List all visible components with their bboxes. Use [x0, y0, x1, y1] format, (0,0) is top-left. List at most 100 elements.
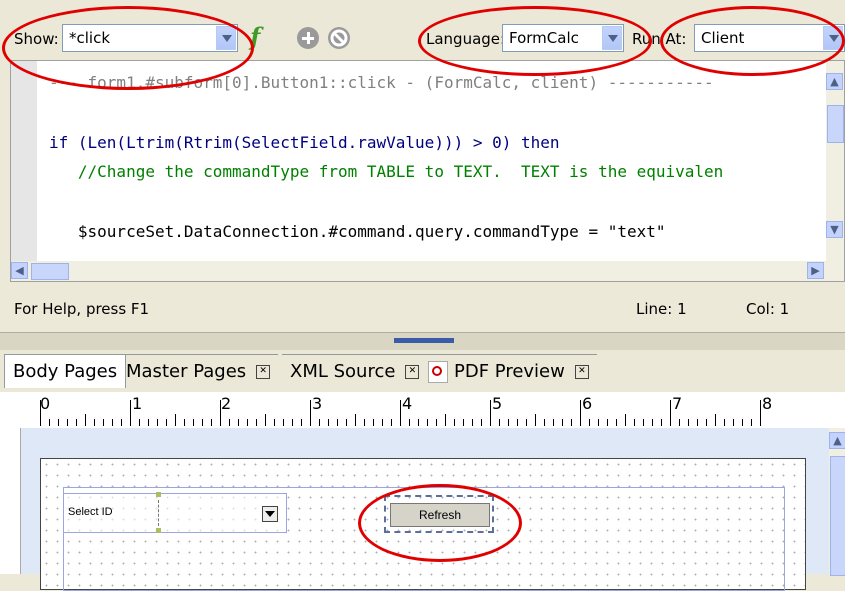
ruler-tick: [274, 419, 275, 426]
select-id-label: Select ID: [68, 506, 113, 518]
ruler-tick: [652, 419, 653, 426]
ruler-tick: [256, 419, 257, 426]
ruler-tick: [742, 419, 743, 426]
ruler-tick: [490, 400, 491, 426]
scroll-thumb[interactable]: [31, 263, 69, 280]
ruler-tick: [427, 419, 428, 426]
ruler-tick: [67, 419, 68, 426]
tab-master-pages[interactable]: Master Pages ✕: [118, 354, 279, 388]
ruler-tick: [292, 419, 293, 426]
horizontal-scrollbar[interactable]: ◀ ▶: [11, 261, 844, 281]
highlight-ring-language: [418, 6, 652, 76]
ruler-tick: [454, 419, 455, 426]
scroll-thumb[interactable]: [830, 456, 845, 576]
ruler-tick: [391, 419, 392, 426]
ruler-number: 2: [221, 394, 232, 413]
tab-pdf-preview[interactable]: PDF Preview ✕: [420, 354, 597, 388]
ruler-tick: [238, 419, 239, 426]
scroll-up-icon[interactable]: ▲: [826, 73, 843, 90]
code-line-comment: //Change the commandType from TABLE to T…: [49, 162, 724, 181]
highlight-ring-refresh: [358, 484, 522, 562]
tab-label: PDF Preview: [454, 361, 565, 382]
ruler-number: 6: [582, 394, 593, 413]
scroll-left-icon[interactable]: ◀: [11, 262, 28, 279]
ruler-tick: [535, 414, 536, 426]
ruler-tick: [148, 419, 149, 426]
ruler-tick: [589, 419, 590, 426]
ruler-tick: [517, 419, 518, 426]
ruler-tick: [499, 419, 500, 426]
help-text: For Help, press F1: [14, 300, 150, 318]
tab-bar: Body Pages Master Pages ✕ XML Source ✕ PDF…: [0, 350, 845, 392]
tab-xml-source[interactable]: XML Source ✕: [282, 354, 428, 388]
scroll-down-icon[interactable]: ▼: [826, 221, 843, 238]
scroll-right-icon[interactable]: ▶: [807, 262, 824, 279]
canvas-vertical-scrollbar[interactable]: ▲: [829, 428, 845, 576]
ruler-tick: [130, 400, 131, 426]
ruler-tick: [220, 400, 221, 426]
ruler-tick: [598, 419, 599, 426]
splitter-grip[interactable]: [394, 338, 454, 343]
ruler-tick: [283, 419, 284, 426]
ruler-tick: [166, 419, 167, 426]
ruler-tick: [310, 400, 311, 426]
scroll-up-icon[interactable]: ▲: [829, 432, 845, 449]
ruler-tick: [697, 419, 698, 426]
ruler-tick: [103, 419, 104, 426]
vertical-scrollbar[interactable]: ▲ ▼: [826, 61, 844, 263]
ruler-tick: [571, 419, 572, 426]
ruler-tick: [733, 419, 734, 426]
ruler-tick: [193, 419, 194, 426]
ruler-tick: [643, 419, 644, 426]
ruler-tick: [634, 419, 635, 426]
ruler-tick: [562, 419, 563, 426]
ruler-number: 3: [312, 394, 323, 413]
ruler-tick: [418, 419, 419, 426]
col-indicator: Col: 1: [746, 300, 790, 318]
ruler-tick: [229, 419, 230, 426]
ruler-tick: [526, 419, 527, 426]
ruler-tick: [508, 419, 509, 426]
splitter[interactable]: [0, 332, 845, 351]
ruler-tick: [139, 419, 140, 426]
ruler-tick: [337, 419, 338, 426]
ruler-tick: [94, 419, 95, 426]
function-icon[interactable]: f: [250, 22, 280, 52]
select-id-field[interactable]: Select ID: [63, 492, 287, 533]
ruler-tick: [481, 419, 482, 426]
highlight-ring-show: [2, 6, 254, 90]
ruler-tick: [724, 419, 725, 426]
no-symbol-icon[interactable]: [328, 27, 350, 49]
ruler-tick: [625, 414, 626, 426]
close-icon[interactable]: ✕: [574, 365, 589, 379]
close-icon[interactable]: ✕: [405, 365, 420, 379]
ruler-number: 7: [672, 394, 683, 413]
ruler-tick: [616, 419, 617, 426]
script-editor[interactable]: --- form1.#subform[0].Button1::click - (…: [10, 60, 845, 282]
ruler-tick: [85, 414, 86, 426]
ruler-tick: [463, 419, 464, 426]
tab-label: Master Pages: [126, 361, 247, 382]
resize-handle[interactable]: [156, 492, 161, 497]
ruler-tick: [715, 414, 716, 426]
ruler-tick: [445, 414, 446, 426]
ruler-tick: [382, 419, 383, 426]
ruler-tick: [400, 400, 401, 426]
tab-body-pages[interactable]: Body Pages: [4, 354, 127, 388]
ruler-number: 0: [40, 394, 51, 413]
ruler-tick: [472, 419, 473, 426]
ruler-tick: [553, 419, 554, 426]
ruler-tick: [364, 419, 365, 426]
resize-handle[interactable]: [156, 528, 161, 533]
ruler-tick: [247, 419, 248, 426]
add-circle-icon[interactable]: [297, 27, 319, 49]
ruler-number: 5: [492, 394, 503, 413]
ruler-tick: [706, 419, 707, 426]
ruler-tick: [580, 400, 581, 426]
pdf-icon: [428, 361, 448, 383]
ruler-number: 4: [402, 394, 413, 413]
scroll-thumb[interactable]: [827, 105, 844, 143]
chevron-down-icon[interactable]: [262, 506, 278, 522]
ruler-tick: [49, 419, 50, 426]
close-icon[interactable]: ✕: [256, 365, 271, 379]
